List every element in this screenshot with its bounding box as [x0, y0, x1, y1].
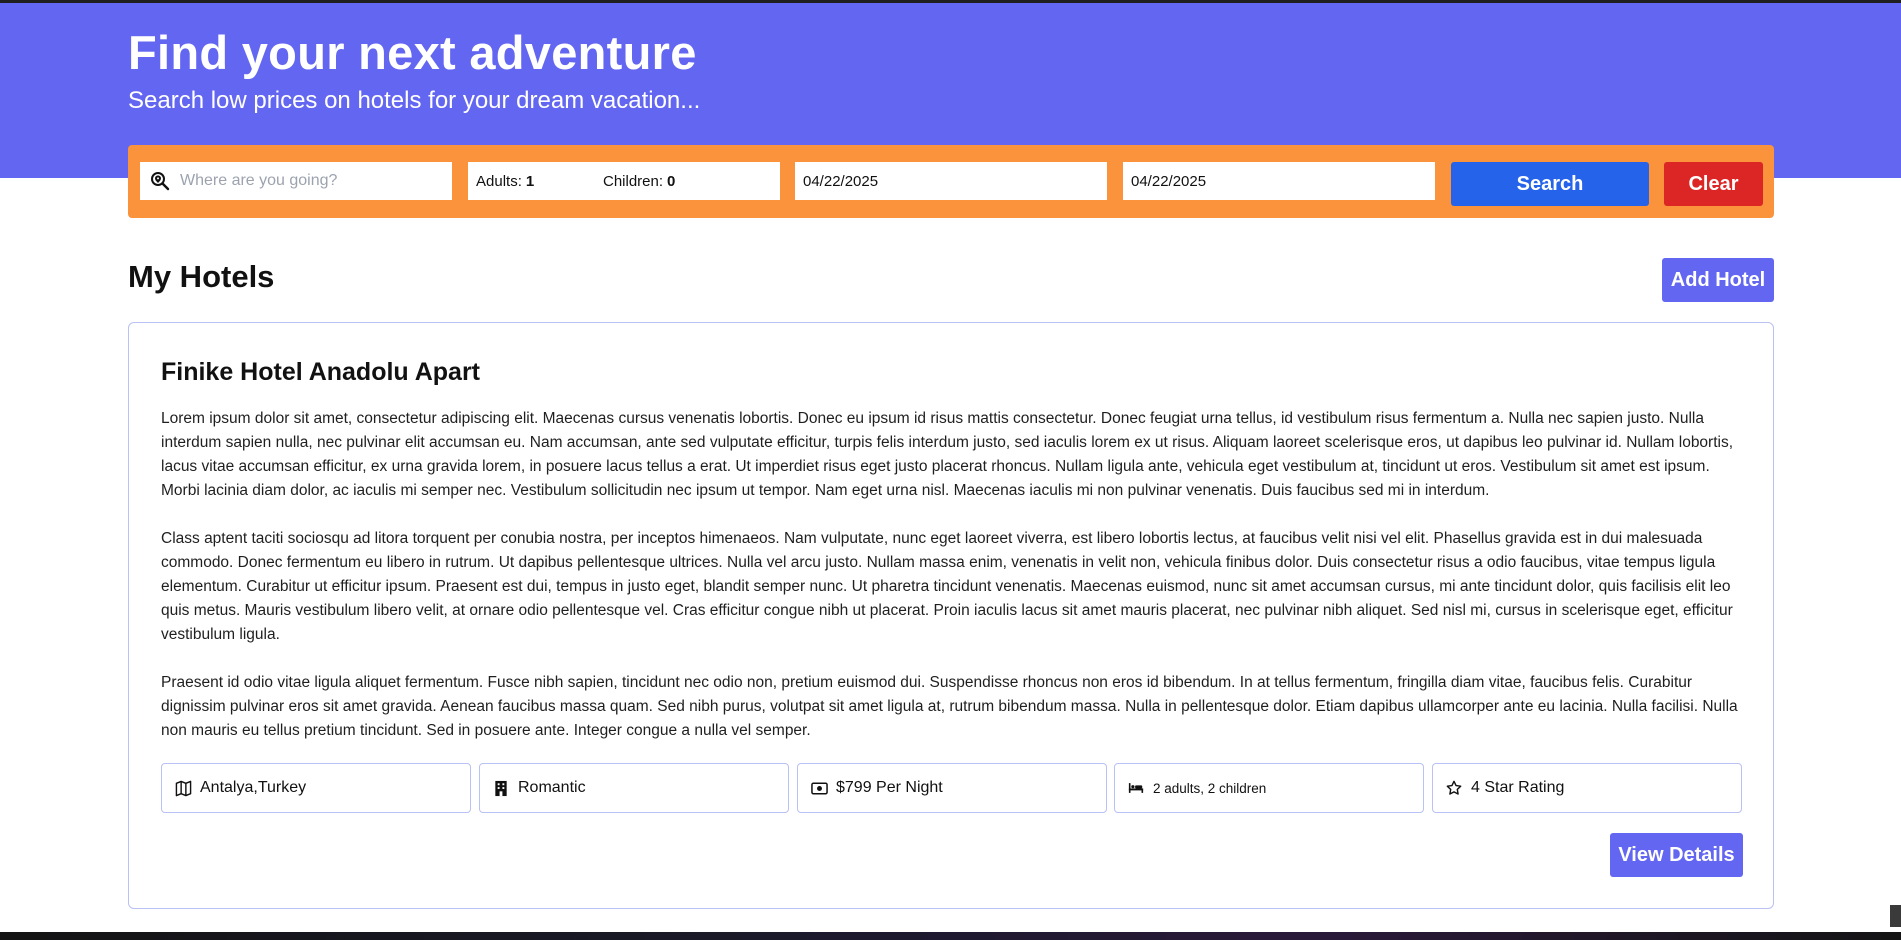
destination-input[interactable] — [180, 172, 420, 190]
price-chip: $799 Per Night — [797, 763, 1107, 813]
children-label: Children: — [603, 172, 664, 190]
description-paragraph: Class aptent taciti sociosqu ad litora t… — [161, 530, 1733, 643]
description-paragraph: Praesent id odio vitae ligula aliquet fe… — [161, 674, 1738, 739]
adults-label: Adults: — [476, 172, 522, 190]
hotel-card: Finike Hotel Anadolu Apart Lorem ipsum d… — [128, 322, 1774, 909]
guests-field[interactable]: Adults: 1 Children: 0 — [468, 162, 780, 200]
bed-icon — [1127, 779, 1145, 797]
check-in-date-field[interactable]: 04/22/2025 — [795, 162, 1107, 200]
clear-button[interactable]: Clear — [1664, 162, 1763, 206]
children-group[interactable]: Children: 0 — [603, 173, 675, 190]
hotel-name: Finike Hotel Anadolu Apart — [161, 358, 480, 386]
chip-text: $799 Per Night — [836, 779, 943, 796]
type-chip: Romantic — [479, 763, 789, 813]
search-bar: Adults:1 Children:0 04/22/2025 04/22/202… — [128, 145, 1774, 218]
chip-text: Antalya,Turkey — [200, 779, 307, 796]
guests-chip: 2 adults, 2 children — [1114, 763, 1424, 813]
hero-subtitle: Search low prices on hotels for your dre… — [128, 87, 701, 114]
chip-text: Romantic — [518, 779, 586, 796]
search-button[interactable]: Search — [1451, 162, 1649, 206]
star-icon — [1445, 779, 1463, 797]
rating-chip: 4 Star Rating — [1432, 763, 1742, 813]
corner-widget — [1890, 905, 1901, 927]
chip-text: 4 Star Rating — [1471, 779, 1565, 796]
adults-value[interactable]: 1 — [526, 173, 534, 190]
hotel-description: Lorem ipsum dolor sit amet, consectetur … — [161, 407, 1743, 767]
hotel-details: Antalya,Turkey Romantic $799 Per Night 2… — [161, 763, 1743, 813]
check-out-date-field[interactable]: 04/22/2025 — [1123, 162, 1435, 200]
hero-title: Find your next adventure — [128, 26, 697, 79]
taskbar-strip — [0, 932, 1901, 940]
adults-group[interactable]: Adults: 1 — [476, 173, 534, 190]
search-location-icon — [150, 170, 172, 192]
add-hotel-button[interactable]: Add Hotel — [1662, 258, 1774, 302]
page-title: My Hotels — [128, 259, 275, 294]
location-chip: Antalya,Turkey — [161, 763, 471, 813]
map-icon — [174, 779, 192, 797]
building-icon — [492, 779, 510, 797]
chip-text: 2 adults, 2 children — [1153, 780, 1267, 796]
money-icon — [810, 779, 828, 797]
destination-field[interactable] — [140, 162, 452, 200]
view-details-button[interactable]: View Details — [1610, 833, 1743, 877]
children-value[interactable]: 0 — [667, 173, 675, 190]
description-paragraph: Lorem ipsum dolor sit amet, consectetur … — [161, 410, 1734, 499]
